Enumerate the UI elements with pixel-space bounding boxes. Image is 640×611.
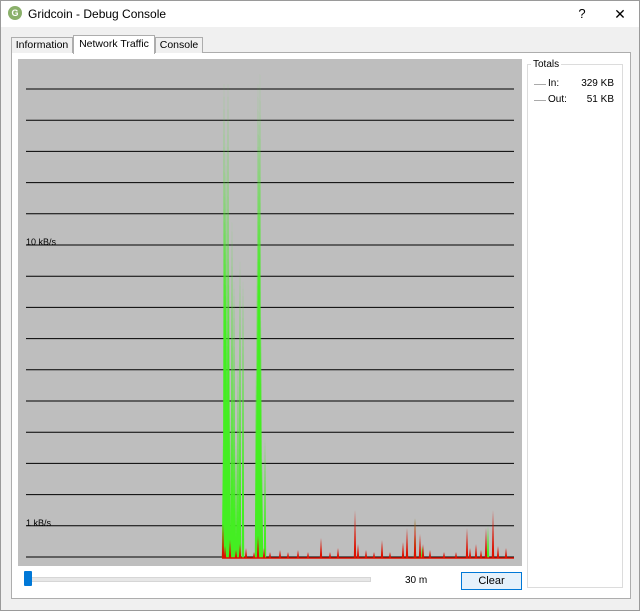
inbound-traffic-spike — [263, 438, 267, 558]
title-bar[interactable]: G Gridcoin - Debug Console ? ✕ — [1, 1, 639, 27]
totals-in-value: 329 KB — [581, 78, 614, 89]
outbound-traffic-spike — [474, 544, 478, 558]
gridcoin-logo-icon: G — [8, 6, 22, 20]
outbound-traffic-spike — [405, 528, 409, 558]
inbound-traffic-spike — [241, 278, 245, 558]
tab-console[interactable]: Console — [155, 37, 203, 53]
inbound-traffic-spike — [230, 218, 234, 558]
outbound-traffic-spike — [244, 548, 248, 558]
outbound-traffic-spike — [479, 550, 483, 558]
outbound-traffic-spike — [468, 548, 472, 558]
clear-button[interactable]: Clear — [461, 572, 522, 590]
totals-in-row: In: 329 KB — [534, 78, 614, 92]
outbound-traffic-spike — [356, 544, 360, 558]
traffic-graph-canvas — [26, 68, 514, 559]
inbound-traffic-spike — [238, 258, 242, 558]
time-range-slider-thumb[interactable] — [24, 571, 32, 586]
help-button[interactable]: ? — [567, 1, 597, 27]
outbound-traffic-spike — [442, 552, 446, 558]
outbound-traffic-spike — [372, 552, 376, 558]
outbound-traffic-spike — [413, 518, 417, 558]
time-range-slider-track[interactable] — [27, 577, 371, 582]
outbound-traffic-spike — [428, 550, 432, 558]
outbound-traffic-spike — [454, 552, 458, 558]
outbound-traffic-spike — [268, 552, 272, 558]
outbound-traffic-spike — [491, 510, 495, 558]
window-title: Gridcoin - Debug Console — [28, 7, 167, 21]
tab-information[interactable]: Information — [11, 37, 73, 53]
outbound-traffic-spike — [319, 538, 323, 558]
in-line-swatch — [534, 84, 546, 85]
y-axis-label-10kbs: 10 kB/s — [26, 237, 57, 247]
outbound-traffic-spike — [484, 528, 488, 558]
totals-out-value: 51 KB — [586, 94, 614, 105]
outbound-traffic-spike — [353, 510, 357, 558]
outbound-traffic-spike — [401, 542, 405, 558]
tab-network-traffic[interactable]: Network Traffic — [73, 35, 155, 54]
totals-out-label: Out: — [548, 94, 567, 105]
inbound-traffic-spike — [486, 526, 490, 558]
totals-group — [527, 64, 623, 588]
outbound-traffic-spike — [306, 552, 310, 558]
outbound-traffic-spike — [328, 552, 332, 558]
outbound-traffic-spike — [504, 548, 508, 558]
inbound-traffic-spike — [236, 358, 240, 558]
totals-out-row: Out: 51 KB — [534, 94, 614, 108]
outbound-traffic-spike — [465, 528, 469, 558]
outbound-traffic-spike — [496, 546, 500, 558]
inbound-traffic-spike — [232, 278, 236, 558]
traffic-graph: 10 kB/s 1 kB/s — [18, 59, 522, 566]
outbound-traffic-spike — [296, 550, 300, 558]
y-axis-label-1kbs: 1 kB/s — [26, 518, 52, 528]
outbound-traffic-spike — [278, 550, 282, 558]
outbound-traffic-spike — [336, 548, 340, 558]
outbound-traffic-spike — [364, 550, 368, 558]
close-button[interactable]: ✕ — [605, 1, 635, 27]
outbound-traffic-spike — [388, 552, 392, 558]
out-line-swatch — [534, 100, 546, 101]
totals-title: Totals — [531, 59, 562, 70]
totals-in-label: In: — [548, 78, 560, 89]
outbound-traffic-spike — [418, 534, 422, 558]
outbound-traffic-spike — [380, 540, 384, 558]
inbound-traffic-spike — [234, 438, 238, 558]
time-range-label: 30 m — [405, 575, 428, 586]
tab-label: Network Traffic — [79, 38, 149, 50]
outbound-traffic-spike — [286, 552, 290, 558]
tab-label: Console — [159, 39, 199, 51]
tab-label: Information — [15, 39, 69, 51]
